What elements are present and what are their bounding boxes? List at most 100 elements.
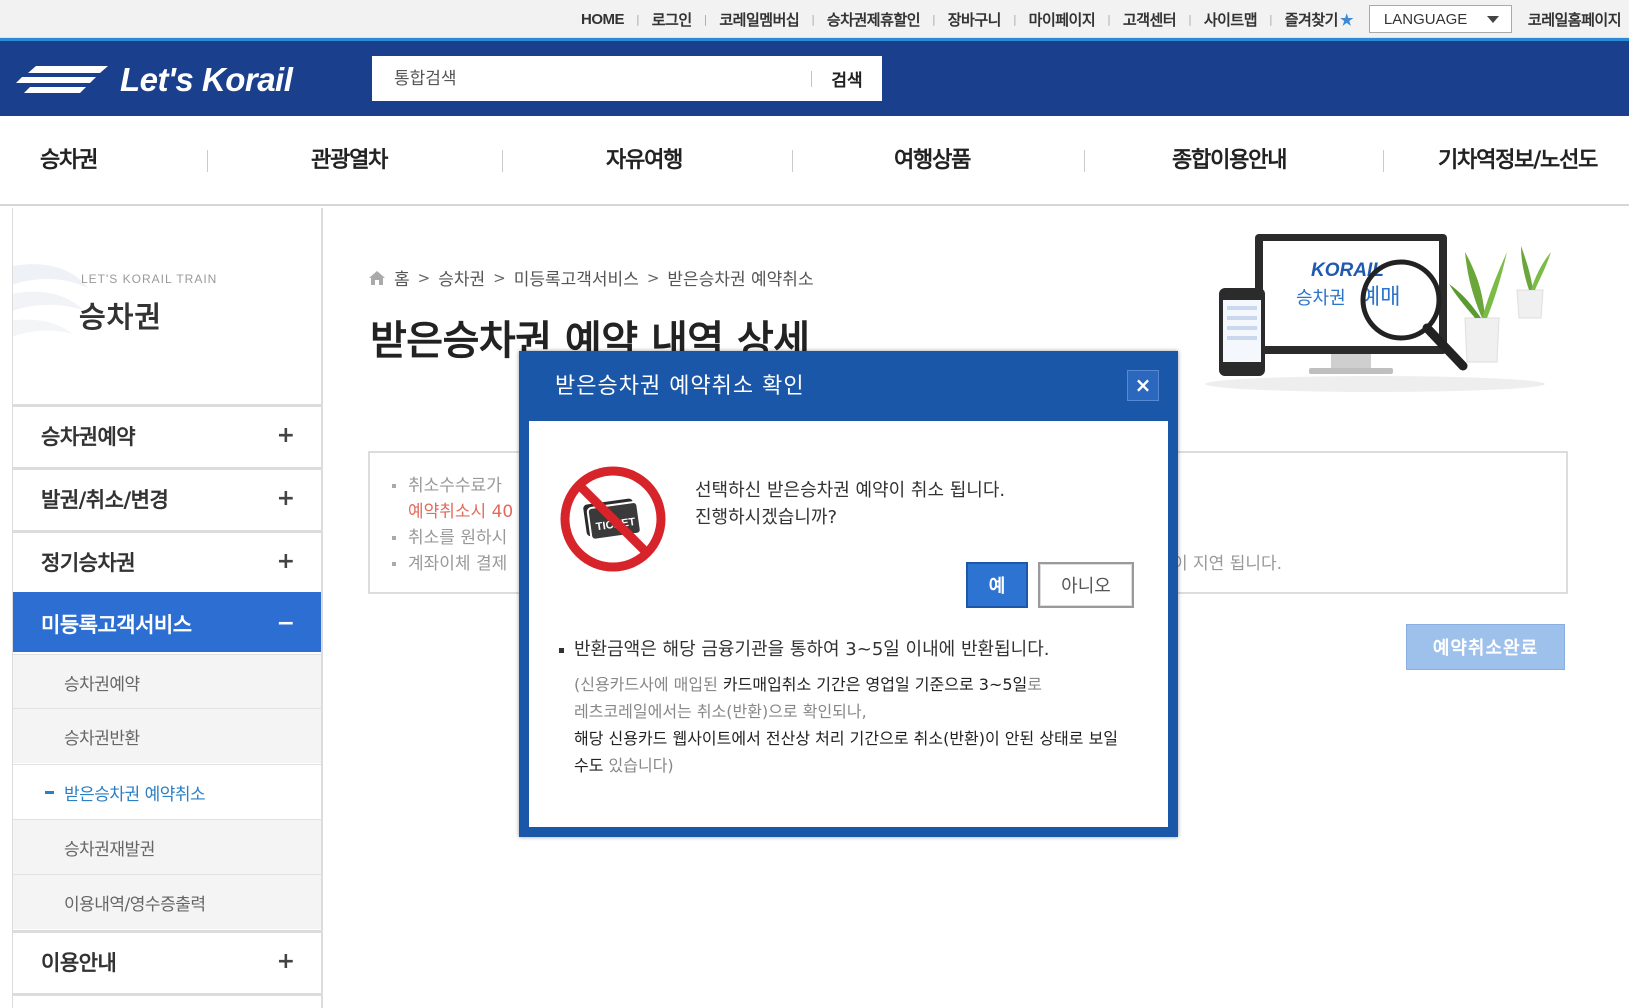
gnb-item-station-info[interactable]: 기차역정보/노선도 (1438, 116, 1598, 206)
gnb-separator (1084, 150, 1085, 172)
util-separator: | (703, 12, 708, 26)
side-menu-label: 정기승차권 (41, 550, 136, 575)
bullet (392, 536, 396, 540)
util-separator: | (932, 12, 936, 26)
refund-detail-emphasis: 카드매입취소 기간은 영업일 기준으로 3~5일 (722, 675, 1028, 694)
bullet (559, 647, 564, 653)
cancel-complete-button[interactable]: 예약취소완료 (1406, 624, 1565, 670)
yes-button[interactable]: 예 (966, 562, 1028, 608)
breadcrumb-item[interactable]: 미등록고객서비스 (514, 265, 639, 290)
notice-line: 취소수수료가 (392, 471, 502, 496)
gnb-separator (1383, 150, 1384, 172)
gnb-item-guide[interactable]: 종합이용안내 (1172, 116, 1287, 206)
notice-line: 계좌이체 결제 (392, 549, 507, 574)
side-menu-label: 승차권예약 (41, 424, 136, 449)
side-subitem-received-ticket-cancel[interactable]: 받은승차권 예약취소 (13, 764, 321, 819)
notice-text: 취소수수료가 (408, 476, 502, 496)
home-icon[interactable] (368, 270, 386, 286)
side-menu-usage-guide[interactable]: 이용안내 + (13, 930, 321, 990)
favorites-link[interactable]: 즐겨찾기 ★ (1284, 9, 1354, 30)
breadcrumb-item[interactable]: 승차권 (438, 265, 485, 290)
util-link-membership[interactable]: 코레일멤버십 (719, 9, 799, 30)
side-menu-label: 발권/취소/변경 (41, 487, 169, 512)
side-subitem-ticket-reissue[interactable]: 승차권재발권 (13, 819, 321, 874)
utility-links: HOME | 로그인 | 코레일멤버십 | 승차권제휴할인 | 장바구니 | 마… (581, 0, 1622, 38)
close-icon[interactable]: × (1127, 370, 1159, 401)
refund-detail-text: 로 (1027, 675, 1042, 694)
util-link-sitemap[interactable]: 사이트맵 (1204, 9, 1258, 30)
confirm-message: 선택하신 받은승차권 예약이 취소 됩니다. 진행하시겠습니까? (695, 477, 1005, 531)
dialog-body: TICKET 선택하신 받은승차권 예약이 취소 됩니다. 진행하시겠습니까? … (529, 421, 1168, 827)
language-label: LANGUAGE (1383, 10, 1468, 28)
refund-detail: (신용카드사에 매입된 카드매입취소 기간은 영업일 기준으로 3~5일로레츠코… (574, 671, 1134, 779)
gnb-separator (792, 150, 793, 172)
notice-line: 취소를 원하시 (392, 523, 507, 548)
gnb-item-tour-train[interactable]: 관광열차 (311, 116, 388, 206)
side-navigation-title: 승차권 (79, 300, 163, 334)
chevron-right-icon: > (646, 268, 660, 287)
side-menu-ticket-reservation[interactable]: 승차권예약 + (13, 404, 321, 464)
dialog-title: 받은승차권 예약취소 확인 (555, 374, 805, 399)
language-select[interactable]: LANGUAGE (1368, 5, 1512, 33)
util-link-mypage[interactable]: 마이페이지 (1029, 9, 1096, 30)
side-menu-issue-cancel-change[interactable]: 발권/취소/변경 + (13, 467, 321, 527)
confirm-message-line: 진행하시겠습니까? (695, 507, 838, 528)
gnb-separator (207, 150, 208, 172)
header: Let's Korail 검색 (0, 38, 1629, 116)
chevron-right-icon: > (417, 268, 431, 287)
gnb-item-ticket[interactable]: 승차권 (40, 116, 98, 206)
side-menu-label: 미등록고객서비스 (41, 612, 192, 637)
refund-detail-text: (신용카드사에 매입된 (574, 675, 723, 694)
side-menu-season-ticket[interactable]: 정기승차권 + (13, 530, 321, 590)
chevron-right-icon: > (493, 268, 506, 287)
cancel-confirm-dialog: 받은승차권 예약취소 확인 × TICKET 선택하신 받은승차권 예약이 취소… (519, 351, 1178, 837)
logo-text: Let's Korail (120, 61, 293, 98)
refund-detail-text: 레츠코레일에서는 취소(반환)으로 확인되나, (574, 702, 867, 721)
refund-detail-text: 있습니다) (603, 756, 674, 775)
breadcrumb: 홈 > 승차권 > 미등록고객서비스 > 받은승차권 예약취소 (368, 265, 814, 290)
breadcrumb-item[interactable]: 홈 (394, 265, 410, 290)
no-ticket-icon: TICKET (560, 466, 666, 572)
util-link-login[interactable]: 로그인 (652, 9, 692, 30)
star-icon: ★ (1339, 11, 1353, 29)
banner-caption-ticket: 승차권 (1296, 288, 1346, 309)
util-link-home[interactable]: HOME (581, 11, 625, 28)
side-menu-unregistered-service[interactable]: 미등록고객서비스 − (13, 592, 321, 652)
util-link-customer-center[interactable]: 고객센터 (1123, 9, 1177, 30)
search-box: 검색 (372, 56, 882, 101)
side-subitem-ticket-reservation[interactable]: 승차권예약 (13, 654, 321, 709)
main-navigation: 승차권 관광열차 자유여행 여행상품 종합이용안내 기차역정보/노선도 (0, 116, 1629, 206)
side-subitem-history-receipt[interactable]: 이용내역/영수증출력 (13, 874, 321, 929)
search-button[interactable]: 검색 (812, 56, 882, 101)
side-navigation-header: LET'S KORAIL TRAIN 승차권 (13, 208, 321, 406)
bullet (392, 484, 396, 488)
side-subitem-ticket-refund[interactable]: 승차권반환 (13, 708, 321, 763)
notice-tail-text: 이 지연 됩니다. (1172, 554, 1283, 574)
util-link-cart[interactable]: 장바구니 (948, 9, 1002, 30)
current-marker (45, 790, 54, 794)
gnb-item-free-travel[interactable]: 자유여행 (606, 116, 683, 206)
favorites-label: 즐겨찾기 (1284, 11, 1339, 29)
plus-icon: + (276, 549, 295, 574)
minus-icon: − (276, 611, 295, 636)
plus-icon: + (276, 949, 295, 974)
no-button[interactable]: 아니오 (1038, 562, 1134, 608)
util-link-discount[interactable]: 승차권제휴할인 (827, 9, 921, 30)
search-input[interactable] (372, 56, 811, 101)
util-separator: | (1269, 12, 1273, 26)
notice-text: 취소를 원하시 (408, 528, 508, 548)
plus-icon: + (276, 486, 295, 511)
breadcrumb-item-current: 받은승차권 예약취소 (667, 270, 814, 290)
gnb-item-travel-products[interactable]: 여행상품 (894, 116, 971, 206)
korail-home-link[interactable]: 코레일홈페이지 (1528, 9, 1622, 30)
korail-logo-icon (16, 66, 108, 93)
util-separator: | (811, 12, 815, 26)
bullet (392, 562, 396, 566)
plus-icon: + (276, 423, 295, 448)
ticket-booking-illustration: KORAIL 승차권 예매 (1205, 234, 1551, 392)
util-separator: | (1107, 12, 1111, 26)
notice-text: 계좌이체 결제 (408, 554, 508, 574)
notice-line: 예약취소시 40 (408, 502, 514, 522)
refund-note: 반환금액은 해당 금융기관을 통하여 3~5일 이내에 반환됩니다. (559, 635, 1049, 661)
logo[interactable]: Let's Korail (14, 55, 293, 105)
